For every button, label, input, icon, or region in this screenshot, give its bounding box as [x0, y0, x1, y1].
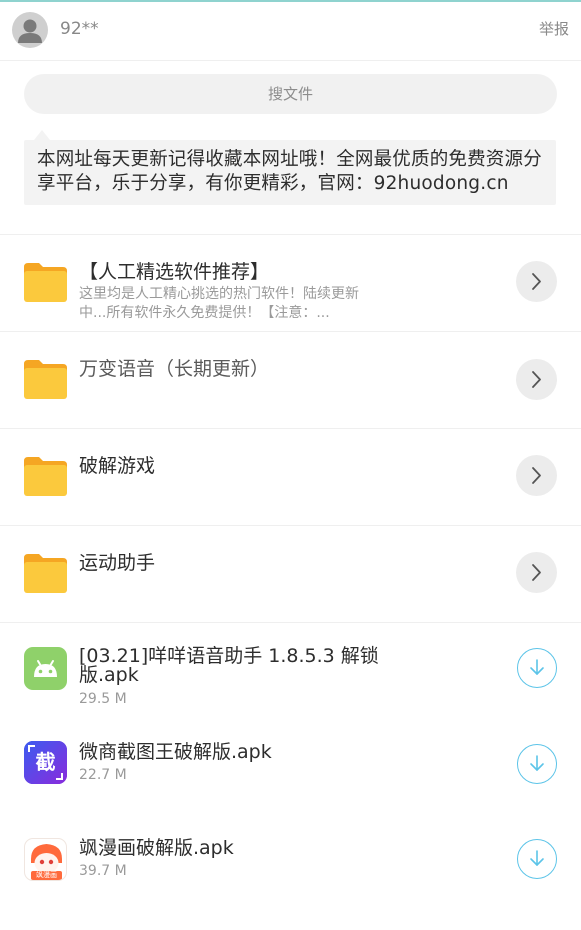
- username: 92**: [60, 19, 99, 39]
- avatar[interactable]: [12, 12, 48, 48]
- folder-title: 运动助手: [79, 552, 156, 574]
- file-row[interactable]: 截 微商截图王破解版.apk 22.7 M: [0, 719, 581, 815]
- download-button[interactable]: [517, 839, 557, 879]
- file-size: 22.7 M: [79, 767, 127, 783]
- folder-row[interactable]: 破解游戏: [0, 429, 581, 526]
- user-icon: [18, 19, 42, 43]
- screenshot-app-icon: 截: [24, 741, 67, 784]
- open-folder-button[interactable]: [516, 261, 557, 302]
- notice-box: 本网址每天更新记得收藏本网址哦！全网最优质的免费资源分享平台，乐于分享，有你更精…: [24, 140, 556, 205]
- open-folder-button[interactable]: [516, 359, 557, 400]
- folder-icon: [24, 456, 67, 496]
- download-icon: [530, 755, 544, 771]
- screenshot-app-icon-text: 截: [35, 750, 56, 774]
- manga-app-icon: 飒漫画: [24, 838, 67, 881]
- android-icon: [24, 647, 67, 690]
- download-icon: [530, 659, 544, 675]
- folder-row[interactable]: 【人工精选软件推荐】 这里均是人工精心挑选的热门软件！陆续更新中...所有软件永…: [0, 235, 581, 332]
- open-folder-button[interactable]: [516, 455, 557, 496]
- report-link[interactable]: 举报: [539, 18, 569, 39]
- file-name: [03.21]咩咩语音助手 1.8.5.3 解锁版.apk: [79, 645, 379, 686]
- folder-icon: [24, 553, 67, 593]
- open-folder-button[interactable]: [516, 552, 557, 593]
- folder-title: 【人工精选软件推荐】: [79, 261, 270, 283]
- download-button[interactable]: [517, 744, 557, 784]
- chevron-right-icon: [532, 564, 541, 581]
- notice-tail: [34, 130, 50, 140]
- file-row[interactable]: 飒漫画 飒漫画破解版.apk 39.7 M: [0, 815, 581, 911]
- download-button[interactable]: [517, 648, 557, 688]
- chevron-right-icon: [532, 467, 541, 484]
- folder-title: 破解游戏: [79, 455, 156, 477]
- file-name: 飒漫画破解版.apk: [79, 837, 234, 859]
- file-name: 微商截图王破解版.apk: [79, 741, 272, 763]
- file-size: 39.7 M: [79, 863, 127, 879]
- folder-icon: [24, 359, 67, 399]
- folder-row[interactable]: 运动助手: [0, 526, 581, 623]
- search-input[interactable]: 搜文件: [24, 74, 557, 114]
- file-row[interactable]: [03.21]咩咩语音助手 1.8.5.3 解锁版.apk 29.5 M: [0, 623, 581, 719]
- manga-app-icon-text: 飒漫画: [36, 871, 57, 879]
- chevron-right-icon: [532, 273, 541, 290]
- chevron-right-icon: [532, 371, 541, 388]
- folder-title: 万变语音（长期更新）: [79, 358, 270, 380]
- file-size: 29.5 M: [79, 691, 127, 707]
- download-icon: [530, 850, 544, 866]
- folder-row[interactable]: 万变语音（长期更新）: [0, 332, 581, 429]
- folder-description: 这里均是人工精心挑选的热门软件！陆续更新中...所有软件永久免费提供！【注意：.…: [79, 286, 359, 321]
- header: 92** 举报: [0, 2, 581, 61]
- folder-icon: [24, 262, 67, 302]
